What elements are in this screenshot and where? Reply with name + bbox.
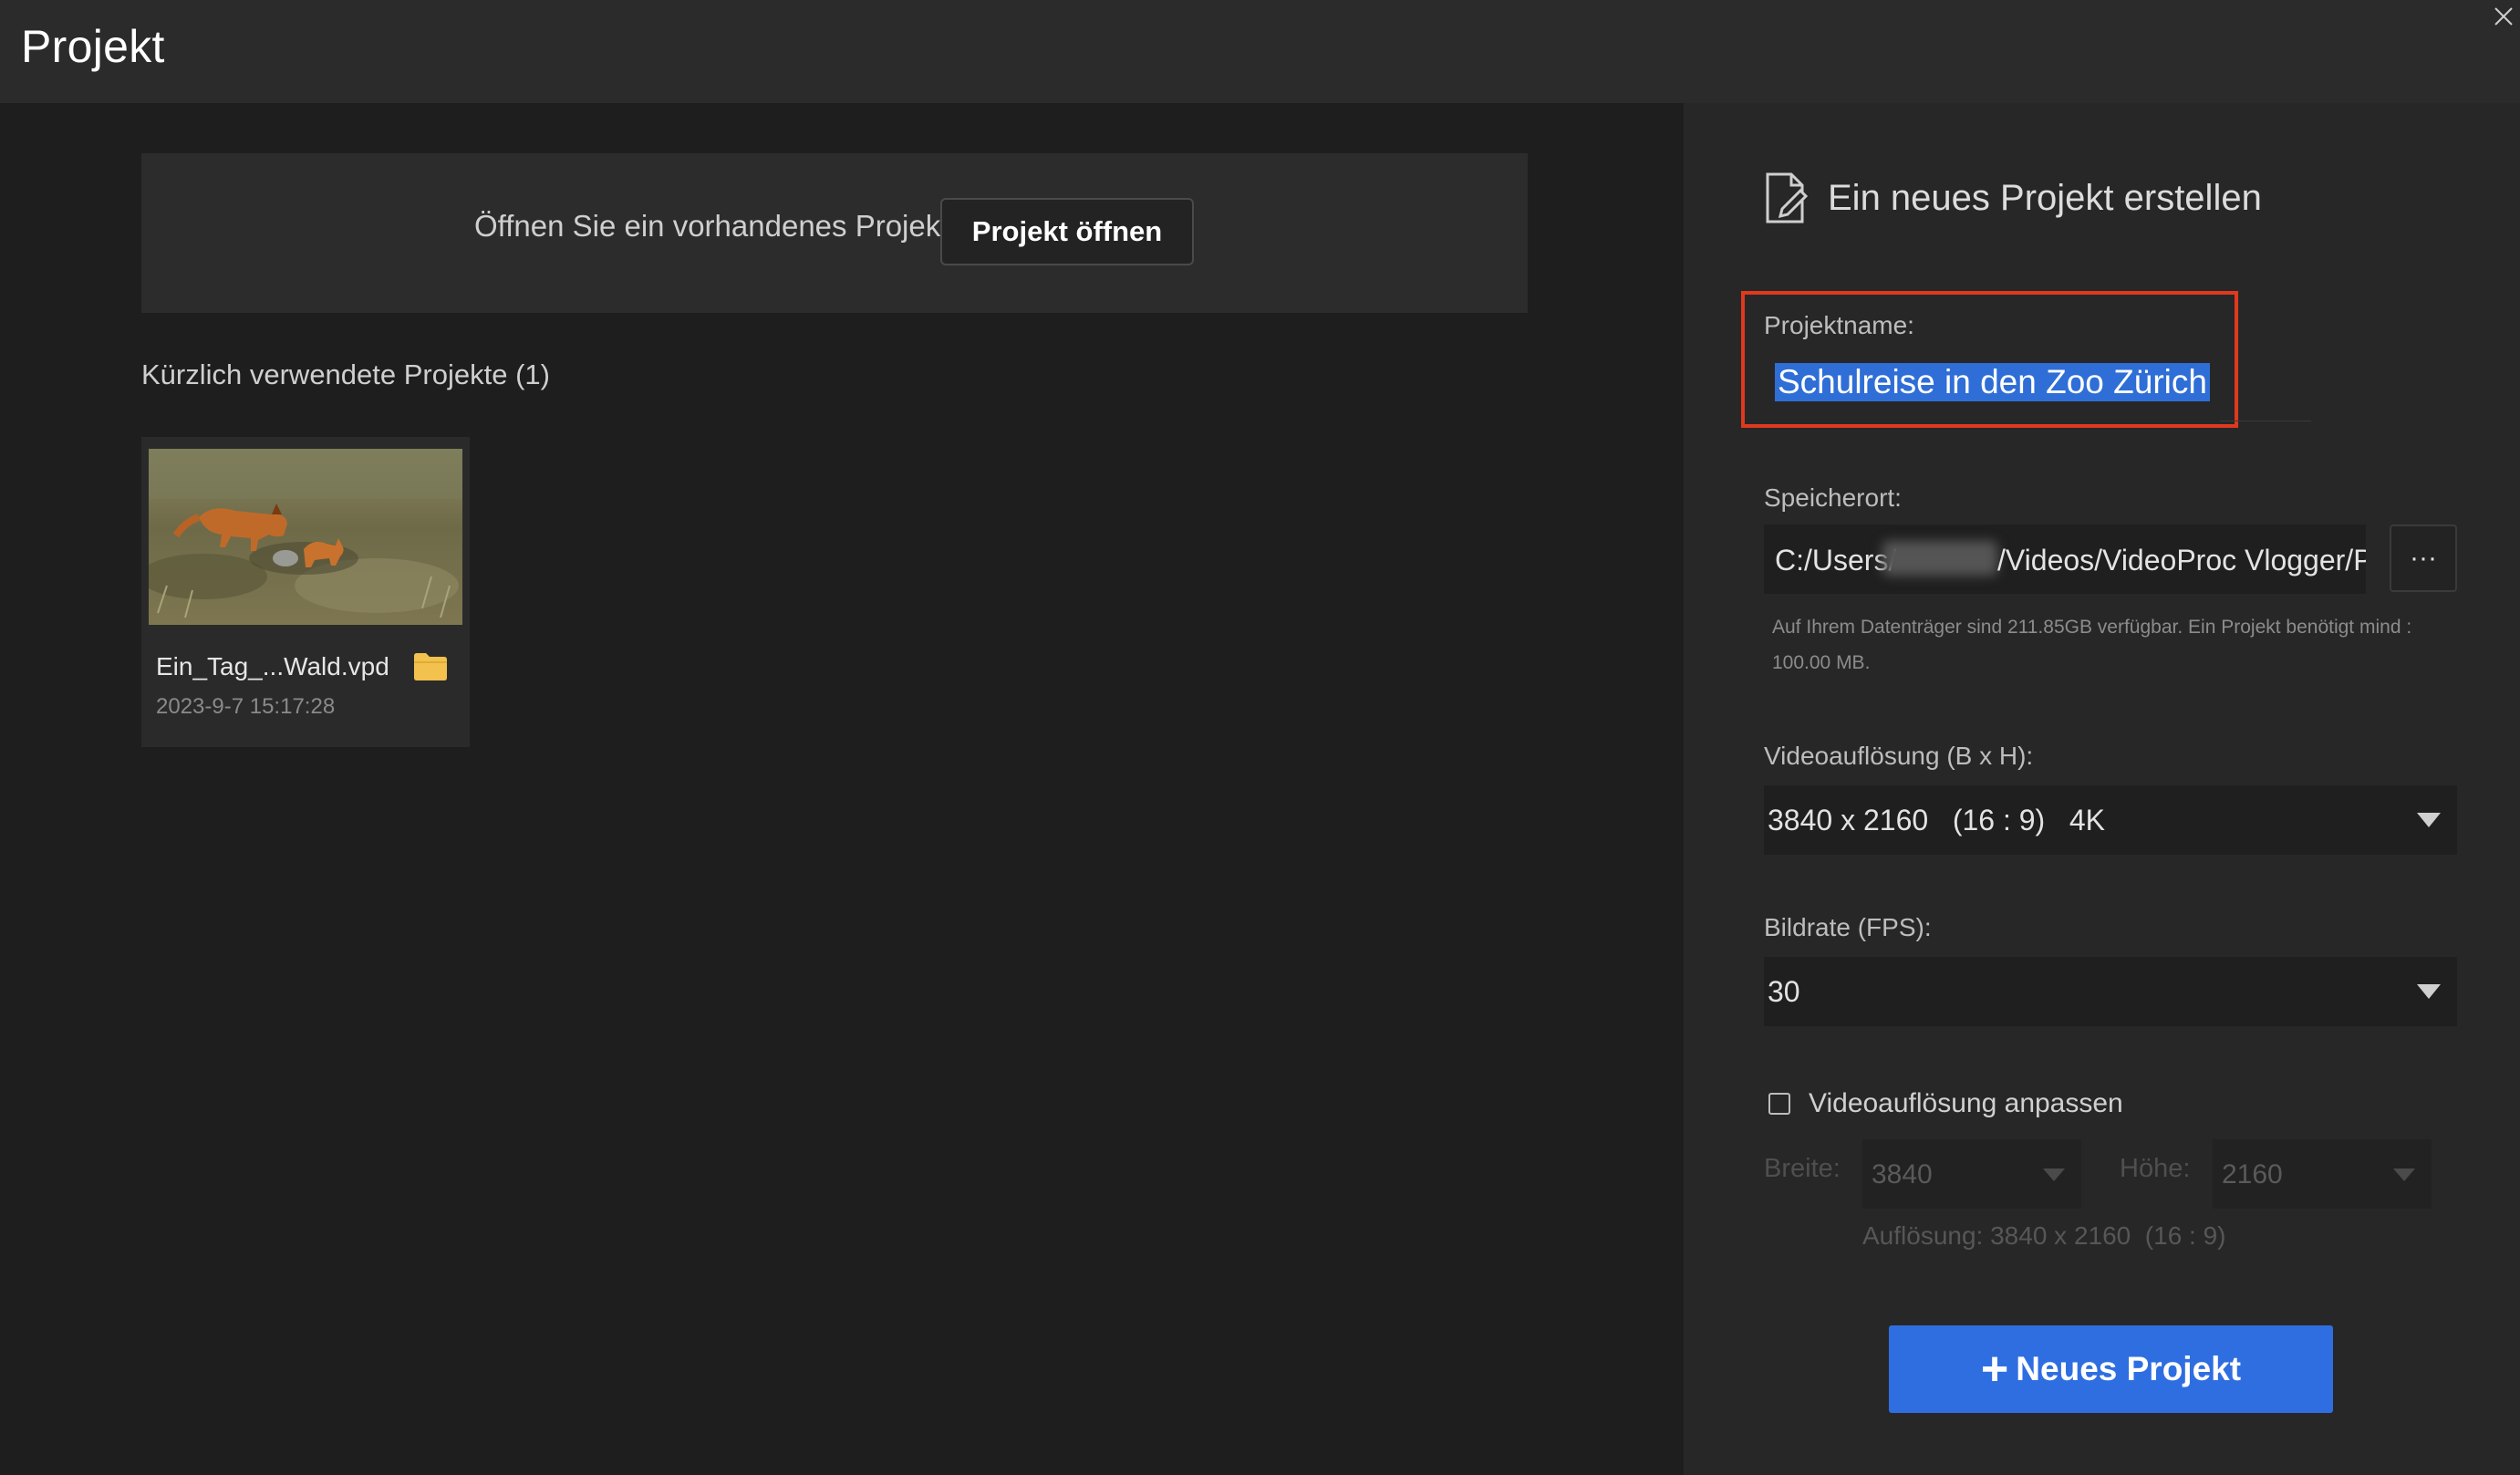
custom-resolution-toggle[interactable]: Videoauflösung anpassen: [1768, 1088, 2123, 1119]
plus-icon: +: [1980, 1343, 2009, 1396]
height-select: 2160: [2213, 1139, 2432, 1209]
project-name-label: Projektname:: [1764, 311, 1914, 339]
resolution-value: 3840 x 2160 (16 : 9) 4K: [1768, 804, 2106, 836]
new-project-button[interactable]: + Neues Projekt: [1889, 1325, 2333, 1413]
height-value: 2160: [2222, 1159, 2283, 1189]
recent-projects-title: Kürzlich verwendete Projekte (1): [141, 358, 550, 390]
resolution-info: Auflösung: 3840 x 2160 (16 : 9): [1862, 1221, 2226, 1250]
location-input[interactable]: C:/Users/ /Videos/VideoProc Vlogger/Proj…: [1764, 525, 2366, 594]
open-project-section: Öffnen Sie ein vorhandenes Projekt Proje…: [141, 153, 1528, 313]
width-value: 3840: [1872, 1159, 1933, 1189]
recent-project-card[interactable]: Ein_Tag_...Wald.vpd 2023-9-7 15:17:28: [141, 437, 470, 747]
fps-select[interactable]: 30: [1764, 957, 2457, 1026]
new-document-icon: [1766, 172, 1808, 223]
chevron-down-icon: [2043, 1169, 2065, 1181]
fps-label: Bildrate (FPS):: [1764, 913, 1932, 941]
recent-project-file-name: Ein_Tag_...Wald.vpd: [156, 652, 389, 680]
chevron-down-icon: [2417, 984, 2441, 999]
recent-project-date: 2023-9-7 15:17:28: [156, 694, 336, 719]
width-select: 3840: [1862, 1139, 2081, 1209]
location-label: Speicherort:: [1764, 483, 1902, 512]
close-button[interactable]: [2487, 0, 2520, 33]
new-project-title: Ein neues Projekt erstellen: [1828, 177, 2262, 218]
chevron-down-icon: [2417, 813, 2441, 827]
resolution-select[interactable]: 3840 x 2160 (16 : 9) 4K: [1764, 785, 2457, 855]
width-label: Breite:: [1764, 1154, 1841, 1183]
height-label: Höhe:: [2120, 1154, 2191, 1183]
browse-location-button[interactable]: ···: [2390, 525, 2457, 592]
close-icon: [2494, 7, 2513, 26]
new-project-header: Ein neues Projekt erstellen: [1764, 172, 2262, 223]
project-name-input[interactable]: Schulreise in den Zoo Zürich: [1775, 363, 2210, 401]
fox-photo-thumbnail[interactable]: [149, 449, 462, 625]
new-project-button-label: Neues Projekt: [2016, 1350, 2242, 1387]
open-project-text: Öffnen Sie ein vorhandenes Projekt: [474, 209, 949, 243]
chevron-down-icon: [2393, 1169, 2415, 1181]
redacted-username: [1882, 541, 1997, 576]
open-project-button[interactable]: Projekt öffnen: [940, 198, 1194, 265]
disk-space-info: Auf Ihrem Datenträger sind 211.85GB verf…: [1772, 617, 2412, 673]
folder-icon[interactable]: [413, 652, 448, 686]
location-path-suffix: /Videos/VideoProc Vlogger/Projects: [1997, 544, 2366, 576]
resolution-label: Videoauflösung (B x H):: [1764, 742, 2034, 770]
window-title: Projekt: [21, 21, 165, 72]
custom-resolution-label: Videoauflösung anpassen: [1809, 1088, 2123, 1118]
fps-value: 30: [1768, 975, 1800, 1008]
title-bar: Projekt: [0, 0, 2520, 103]
new-project-panel: Ein neues Projekt erstellen Projektname:…: [1684, 103, 2520, 1475]
location-path-prefix: C:/Users/: [1775, 544, 1897, 576]
left-panel: Öffnen Sie ein vorhandenes Projekt Proje…: [0, 103, 1684, 1475]
custom-resolution-checkbox[interactable]: [1768, 1093, 1790, 1115]
